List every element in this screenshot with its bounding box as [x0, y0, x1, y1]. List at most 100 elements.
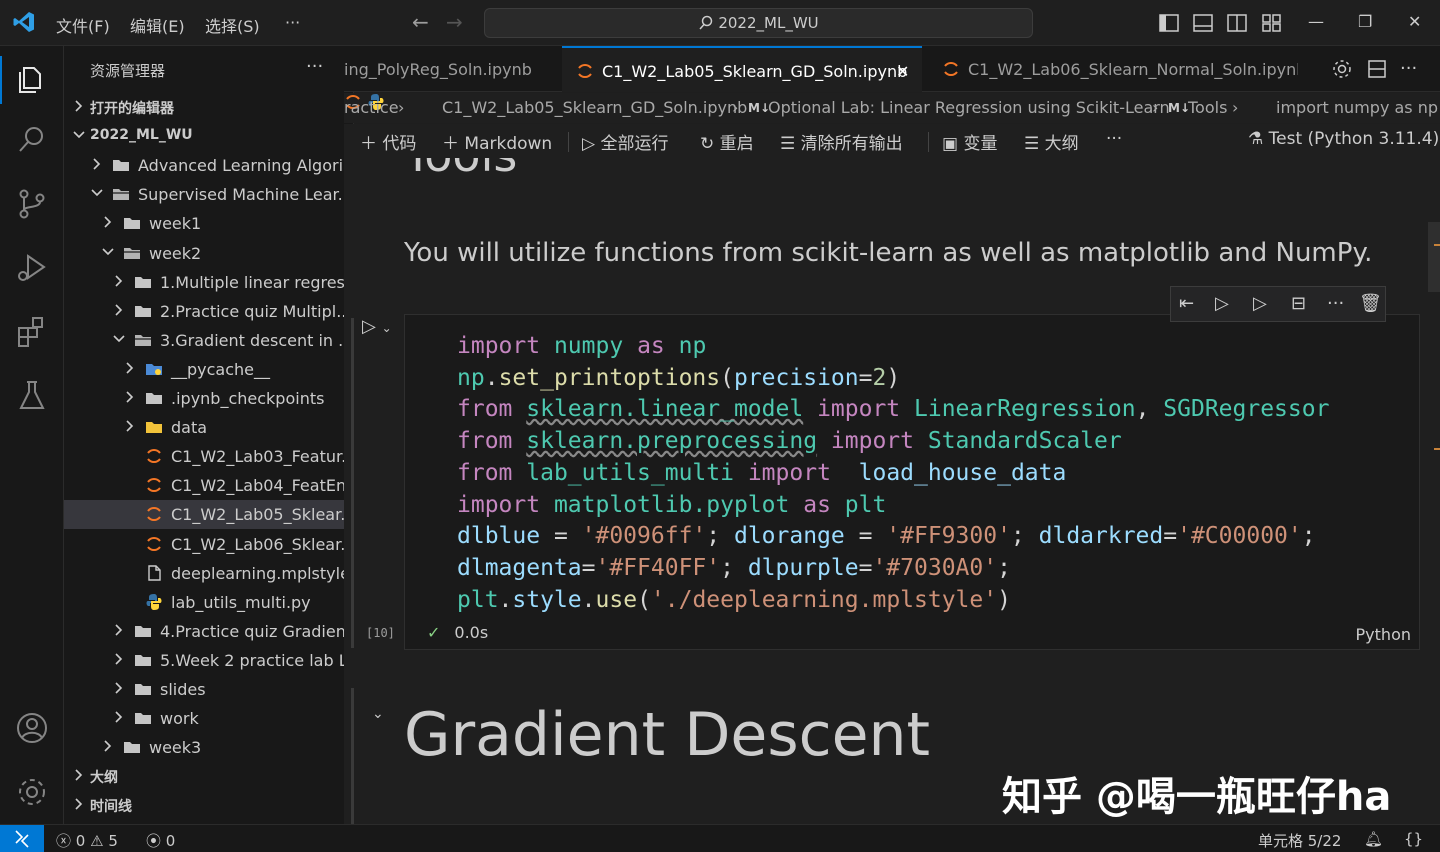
run-below-icon[interactable]: ▷ — [1215, 293, 1229, 314]
folder-icon — [134, 623, 152, 639]
tree-item[interactable]: 3.Gradient descent in ... — [64, 326, 346, 355]
workspace-section[interactable]: 2022_ML_WU — [64, 122, 346, 151]
tree-item[interactable]: 4.Practice quiz Gradien... — [64, 617, 346, 646]
editor-scrollbar[interactable] — [1428, 222, 1440, 292]
tab-more-actions[interactable]: ··· — [1400, 58, 1417, 79]
tree-item[interactable]: 2.Practice quiz Multipl... — [64, 297, 346, 326]
toggle-primary-sidebar-icon[interactable] — [1158, 12, 1180, 34]
tree-item[interactable]: C1_W2_Lab06_Sklear... — [64, 530, 346, 559]
toggle-panel-icon[interactable] — [1192, 12, 1214, 34]
run-cell-and-below-icon[interactable]: ▷ — [1253, 293, 1267, 314]
jupyter-icon — [145, 477, 163, 493]
testing-icon[interactable] — [14, 378, 50, 414]
notebook-settings-gear-icon[interactable] — [1331, 58, 1353, 80]
breadcrumb-file[interactable]: C1_W2_Lab05_Sklearn_GD_Soln.ipynb — [442, 98, 747, 117]
tree-item[interactable]: C1_W2_Lab04_FeatEn... — [64, 471, 346, 500]
source-control-icon[interactable] — [14, 186, 50, 222]
tab-label: C1_W2_Lab05_Sklearn_GD_Soln.ipynb — [602, 62, 908, 81]
account-icon[interactable] — [14, 710, 50, 746]
run-cell-button[interactable]: ▷ ⌄ — [362, 316, 392, 337]
tree-item[interactable]: C1_W2_Lab03_Featur... — [64, 442, 346, 471]
restart-button[interactable]: ↻ 重启 — [700, 129, 754, 154]
cell-position[interactable]: 单元格 5/22 — [1258, 830, 1341, 851]
variables-button[interactable]: ▣ 变量 — [942, 129, 997, 154]
tree-item[interactable]: week3 — [64, 733, 346, 762]
markdown-icon: M↓ — [748, 101, 770, 115]
status-bar: ⓧ 0 ⚠ 5 ⦿ 0 单元格 5/22 🔔︎ {} — [0, 824, 1440, 852]
close-window-button[interactable]: ✕ — [1408, 12, 1421, 31]
breadcrumb-folder[interactable]: ractice — [344, 98, 399, 117]
tree-item[interactable]: week1 — [64, 209, 346, 238]
notifications-bell-icon[interactable]: 🔔︎ — [1364, 830, 1383, 848]
tree-item-label: week3 — [149, 738, 202, 758]
execute-above-icon[interactable]: ⇤ — [1179, 293, 1194, 314]
breadcrumb-subsection[interactable]: Tools — [1188, 98, 1227, 117]
tree-item[interactable]: Advanced Learning Algori... — [64, 151, 346, 180]
tree-item[interactable]: slides — [64, 675, 346, 704]
cell-collapse-bar[interactable] — [351, 688, 354, 824]
tree-item-label: lab_utils_multi.py — [171, 592, 311, 612]
code-cell[interactable]: import numpy as np np.set_printoptions(p… — [404, 314, 1420, 650]
breadcrumb-cell[interactable]: import numpy as np — [1276, 98, 1438, 117]
code-editor[interactable]: import numpy as np np.set_printoptions(p… — [457, 331, 1329, 616]
add-markdown-cell-button[interactable]: ＋ Markdown — [442, 129, 552, 154]
chevron-down-icon[interactable]: ⌄ — [372, 706, 384, 722]
back-arrow-icon[interactable]: ← — [412, 10, 429, 34]
menu-more[interactable]: ··· — [285, 13, 300, 32]
extensions-icon[interactable] — [14, 314, 50, 350]
run-debug-icon[interactable] — [14, 250, 50, 286]
menu-file[interactable]: 文件(F) — [56, 13, 110, 37]
split-cell-icon[interactable]: ⊟ — [1291, 293, 1306, 314]
tree-item[interactable]: C1_W2_Lab05_Sklear... — [64, 500, 346, 530]
explorer-icon[interactable] — [14, 60, 50, 96]
delete-cell-icon[interactable]: 🗑 — [1359, 293, 1382, 314]
tree-item[interactable]: work — [64, 704, 346, 733]
toggle-secondary-sidebar-icon[interactable] — [1226, 12, 1248, 34]
open-editors-section[interactable]: 打开的编辑器 — [64, 93, 346, 122]
add-code-cell-button[interactable]: ＋ 代码 — [360, 129, 416, 154]
tree-item[interactable]: 1.Multiple linear regres... — [64, 268, 346, 297]
problems-indicator[interactable]: ⓧ 0 ⚠ 5 — [56, 830, 118, 851]
manage-gear-icon[interactable] — [14, 774, 50, 810]
outline-section[interactable]: 大纲 — [64, 762, 346, 791]
tree-item[interactable]: data — [64, 413, 346, 442]
search-icon[interactable] — [14, 122, 50, 158]
kernel-picker[interactable]: ⚗ Test (Python 3.11.4) — [1248, 129, 1439, 149]
chevron-down-icon[interactable]: ⌄ — [382, 321, 392, 335]
minimize-button[interactable]: — — [1308, 12, 1324, 31]
feedback-icon[interactable]: {} — [1404, 830, 1423, 848]
split-editor-icon[interactable] — [1366, 58, 1388, 80]
forward-arrow-icon[interactable]: → — [446, 10, 463, 34]
tab-lab06[interactable]: C1_W2_Lab06_Sklearn_Normal_Soln.ipynb — [928, 46, 1298, 92]
run-all-button[interactable]: ▷ 全部运行 — [582, 129, 668, 154]
toolbar-more-button[interactable]: ··· — [1106, 129, 1122, 149]
tab-polyreg[interactable]: ing_PolyReg_Soln.ipynb — [344, 46, 556, 92]
tree-item[interactable]: deeplearning.mplstyle — [64, 559, 346, 588]
menu-selection[interactable]: 选择(S) — [205, 13, 260, 37]
command-center-search[interactable]: 2022_ML_WU — [484, 8, 1033, 38]
cell-more-icon[interactable]: ··· — [1327, 293, 1344, 314]
clear-outputs-button[interactable]: ☰ 清除所有输出 — [780, 129, 903, 154]
close-tab-icon[interactable]: ✕ — [896, 62, 909, 81]
chevron-right-icon — [112, 709, 126, 725]
timeline-section[interactable]: 时间线 — [64, 791, 346, 820]
tab-lab05-active[interactable]: C1_W2_Lab05_Sklearn_GD_Soln.ipynb ✕ — [562, 46, 922, 92]
restore-button[interactable]: ❐ — [1358, 12, 1372, 31]
explorer-more-button[interactable]: ··· — [306, 56, 323, 77]
outline-button[interactable]: ☰ 大纲 — [1024, 129, 1079, 154]
tree-item[interactable]: __pycache__ — [64, 355, 346, 384]
cell-language-button[interactable]: Python — [1356, 625, 1411, 644]
customize-layout-icon[interactable] — [1261, 12, 1283, 34]
tree-item[interactable]: .ipynb_checkpoints — [64, 384, 346, 413]
tree-item-label: 2.Practice quiz Multipl... — [160, 301, 346, 321]
outline-label: 大纲 — [1044, 134, 1079, 154]
tree-item[interactable]: week2 — [64, 239, 346, 268]
tree-item[interactable]: lab_utils_multi.py — [64, 588, 346, 617]
menu-edit[interactable]: 编辑(E) — [130, 13, 185, 37]
tree-item[interactable]: Supervised Machine Lear... — [64, 180, 346, 209]
tree-item[interactable]: 5.Week 2 practice lab L... — [64, 646, 346, 675]
ports-indicator[interactable]: ⦿ 0 — [146, 830, 175, 851]
remote-indicator[interactable] — [0, 825, 44, 852]
vscode-logo-icon — [13, 12, 34, 32]
breadcrumb-section[interactable]: Optional Lab: Linear Regression using Sc… — [768, 98, 1170, 117]
